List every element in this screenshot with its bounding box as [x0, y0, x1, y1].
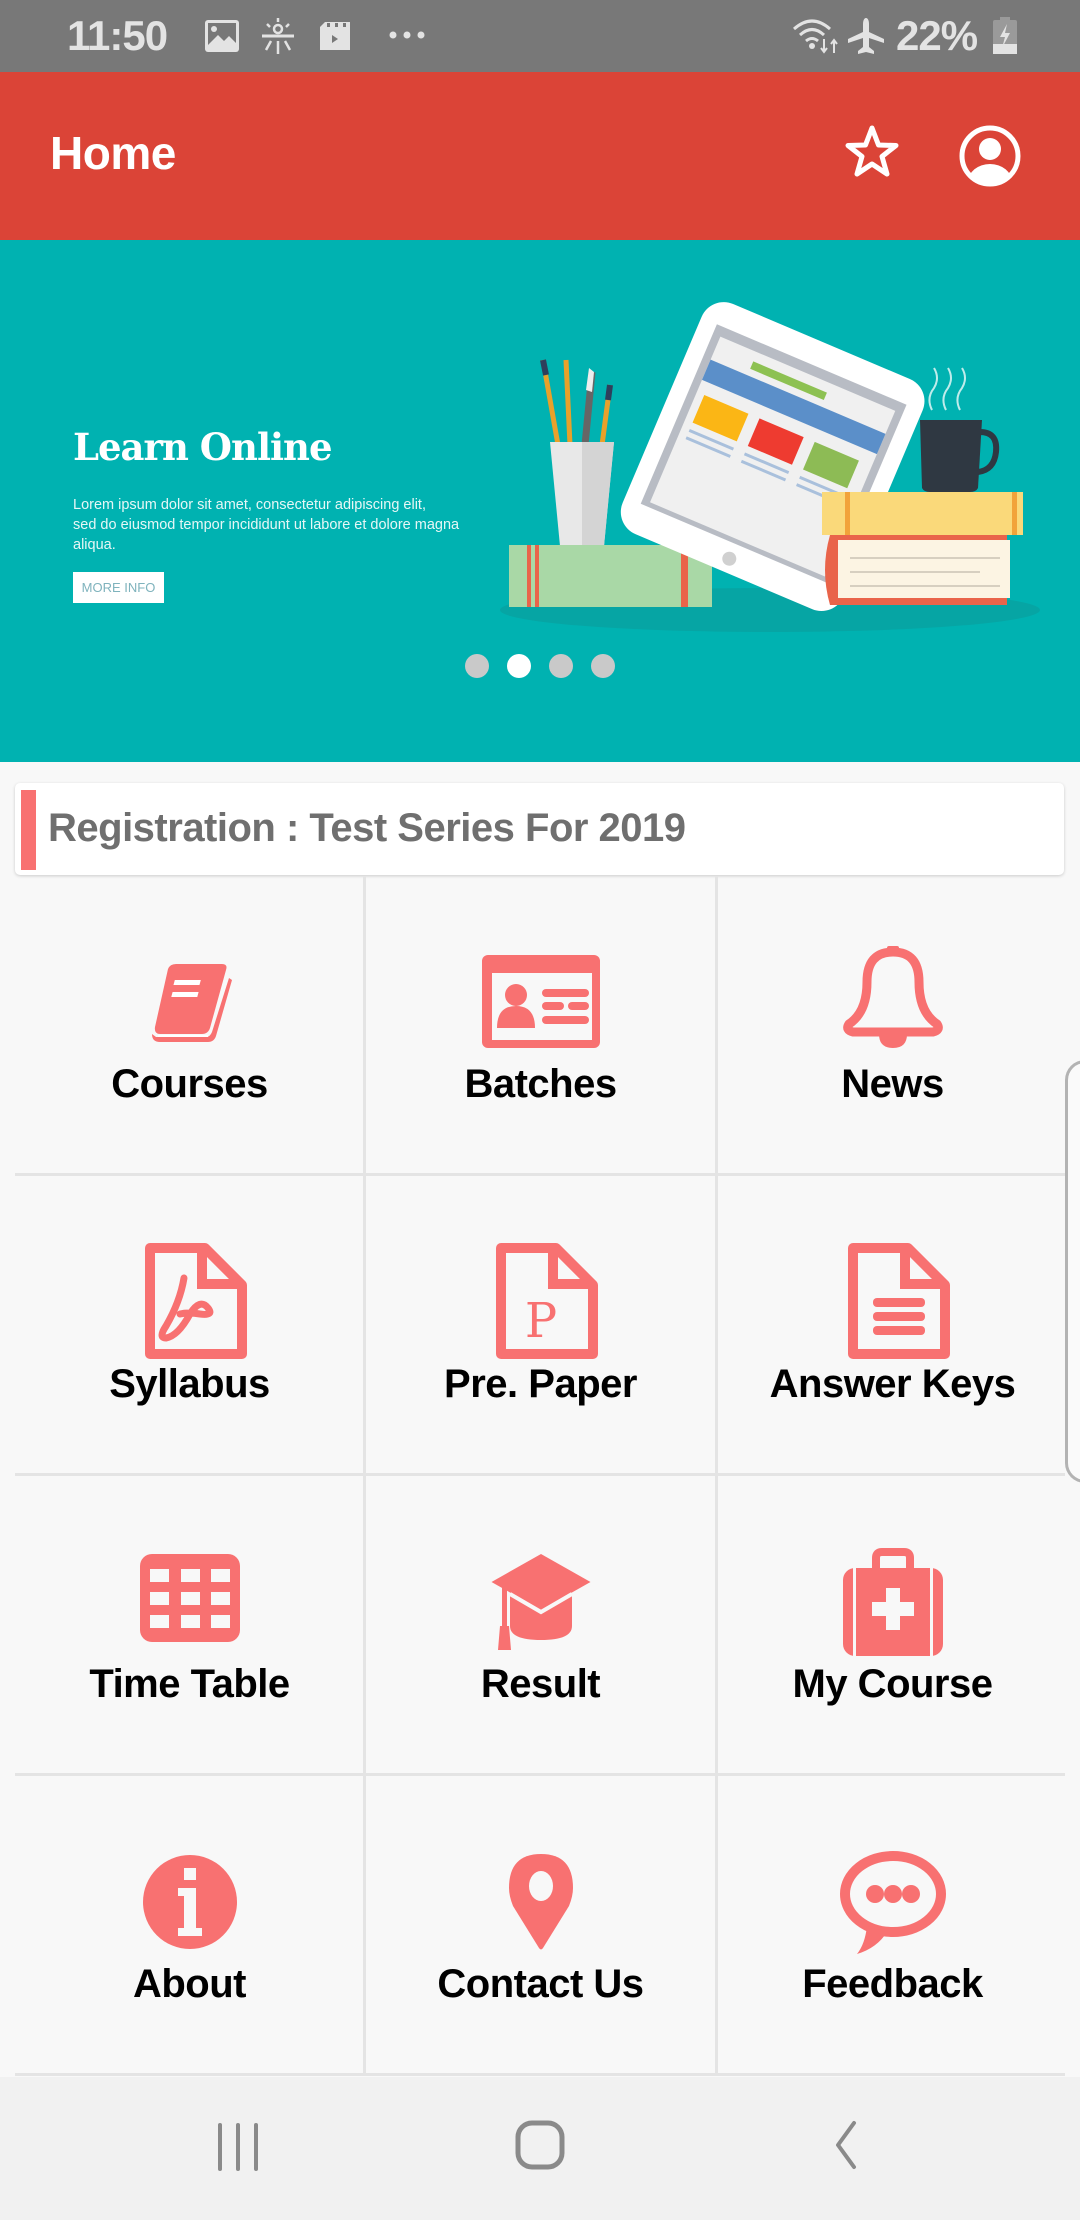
announcement-text: Registration : Test Series For 2019 — [48, 806, 686, 850]
book-icon — [151, 964, 232, 1042]
video-clip-icon — [320, 22, 350, 50]
announcement-accent-bar — [21, 790, 36, 870]
menu-item-courses[interactable]: Courses — [15, 876, 364, 1176]
system-navigation-bar — [0, 2077, 1080, 2220]
star-outline-icon — [845, 125, 899, 177]
menu-item-label: About — [132, 1962, 247, 2006]
menu-item-label: Time Table — [89, 1662, 290, 1706]
menu-item-batches[interactable]: Batches — [366, 876, 715, 1176]
info-icon — [142, 1855, 237, 1949]
banner-title: Learn Online — [73, 425, 332, 469]
menu-item-result[interactable]: Result — [366, 1476, 715, 1776]
carousel-dot-2-active[interactable] — [507, 654, 531, 678]
menu-item-label: Result — [480, 1662, 601, 1706]
profile-button[interactable] — [954, 120, 1026, 192]
menu-item-label: Pre. Paper — [444, 1362, 637, 1406]
favorite-button[interactable] — [836, 116, 908, 188]
menu-item-my-course[interactable]: My Course — [718, 1476, 1067, 1776]
menu-item-label: Syllabus — [109, 1362, 270, 1406]
menu-item-answer-keys[interactable]: Answer Keys — [718, 1176, 1067, 1476]
menu-item-about[interactable]: About — [15, 1776, 364, 2076]
menu-item-news[interactable]: News — [718, 876, 1067, 1176]
page-title: Home — [50, 127, 176, 179]
menu-grid: Courses Batches News Syllabus P Pre. Pap… — [15, 876, 1065, 2076]
id-card-icon — [481, 955, 600, 1048]
medical-kit-icon — [842, 1548, 943, 1656]
menu-item-contact-us[interactable]: Contact Us — [366, 1776, 715, 2076]
menu-item-label: News — [841, 1062, 944, 1106]
back-button[interactable] — [814, 2113, 874, 2177]
brightness-icon — [262, 18, 294, 54]
airplane-mode-icon — [848, 18, 884, 54]
menu-item-time-table[interactable]: Time Table — [15, 1476, 364, 1776]
map-pin-icon — [508, 1854, 573, 1950]
menu-item-label: Batches — [464, 1062, 617, 1106]
menu-item-label: Courses — [111, 1062, 268, 1106]
svg-text:P: P — [524, 1293, 556, 1349]
chat-bubble-icon — [839, 1851, 946, 1954]
wifi-data-icon — [793, 19, 838, 54]
menu-item-syllabus[interactable]: Syllabus — [15, 1176, 364, 1476]
carousel-dot-1[interactable] — [465, 654, 489, 678]
more-dots-icon — [389, 31, 425, 39]
recent-apps-button[interactable] — [208, 2113, 268, 2177]
app-bar: Home — [0, 72, 1080, 240]
calendar-grid-icon — [139, 1554, 240, 1642]
menu-item-feedback[interactable]: Feedback — [718, 1776, 1067, 2076]
menu-item-label: Feedback — [802, 1962, 983, 2006]
bell-icon — [842, 946, 943, 1048]
graduation-cap-icon — [491, 1554, 590, 1650]
battery-percent: 22% — [896, 12, 978, 59]
home-button[interactable] — [508, 2113, 572, 2177]
gallery-icon — [205, 20, 239, 52]
recent-apps-icon — [218, 2123, 258, 2171]
promo-banner-carousel[interactable]: Learn Online Lorem ipsum dolor sit amet,… — [0, 240, 1080, 762]
back-icon — [836, 2121, 856, 2169]
status-bar: 11:50 22% — [0, 0, 1080, 72]
menu-item-previous-papers[interactable]: P Pre. Paper — [366, 1176, 715, 1476]
document-icon — [847, 1243, 950, 1359]
banner-text-line-1: Lorem ipsum dolor sit amet, consectetur … — [73, 497, 426, 513]
battery-charging-icon — [993, 17, 1017, 54]
scroll-handle[interactable] — [1065, 1060, 1080, 1483]
carousel-dot-3[interactable] — [549, 654, 573, 678]
banner-description: Lorem ipsum dolor sit amet, consectetur … — [73, 495, 473, 555]
account-circle-icon — [959, 125, 1021, 187]
pdf-file-icon — [144, 1243, 247, 1359]
home-icon — [515, 2120, 565, 2170]
carousel-dot-4[interactable] — [591, 654, 615, 678]
banner-text-line-2: sed do eiusmod tempor incididunt ut labo… — [73, 517, 460, 553]
status-time: 11:50 — [67, 12, 168, 59]
menu-item-label: Contact Us — [437, 1962, 644, 2006]
announcement-ticker[interactable]: Registration : Test Series For 2019 — [15, 783, 1064, 875]
menu-item-label: Answer Keys — [769, 1362, 1016, 1406]
learning-illustration — [500, 302, 1040, 632]
menu-item-label: My Course — [792, 1662, 994, 1706]
more-info-button[interactable]: MORE INFO — [73, 572, 164, 603]
paper-file-icon: P — [495, 1243, 598, 1359]
